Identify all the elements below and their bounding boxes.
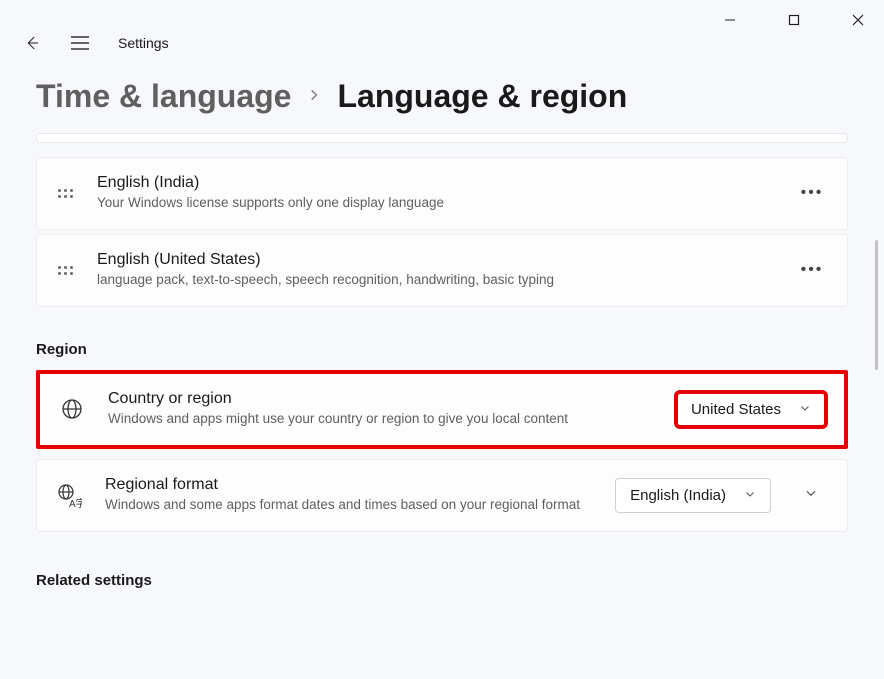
regional-format-subtitle: Windows and some apps format dates and t… (105, 496, 593, 515)
country-region-subtitle: Windows and apps might use your country … (108, 410, 628, 429)
dropdown-value: English (India) (630, 487, 726, 504)
highlight-annotation: Country or region Windows and apps might… (36, 370, 848, 449)
svg-text:A字: A字 (69, 497, 82, 508)
drag-handle-icon[interactable] (55, 189, 75, 198)
more-options-button[interactable]: ••• (795, 253, 829, 287)
card-peek-top (36, 133, 848, 143)
language-card[interactable]: English (India) Your Windows license sup… (36, 157, 848, 230)
country-region-dropdown[interactable]: United States (676, 392, 826, 427)
globe-icon (58, 395, 86, 423)
country-region-row[interactable]: Country or region Windows and apps might… (40, 374, 844, 445)
minimize-button[interactable] (712, 10, 748, 30)
chevron-down-icon (799, 402, 811, 417)
regional-format-title: Regional format (105, 476, 593, 494)
section-heading-related: Related settings (36, 572, 848, 589)
more-options-button[interactable]: ••• (795, 176, 829, 210)
back-button[interactable] (22, 33, 42, 53)
card-text: Country or region Windows and apps might… (108, 390, 654, 429)
drag-handle-icon[interactable] (55, 266, 75, 275)
breadcrumb-parent[interactable]: Time & language (36, 78, 291, 115)
content-area: English (India) Your Windows license sup… (0, 119, 884, 679)
section-heading-region: Region (36, 341, 848, 358)
chevron-right-icon (307, 85, 321, 108)
card-text: English (United States) language pack, t… (97, 251, 773, 290)
close-button[interactable] (840, 10, 876, 30)
header-row: Settings (0, 28, 884, 58)
app-title: Settings (118, 35, 169, 51)
globe-translate-icon: A字 (55, 481, 83, 509)
expand-button[interactable] (793, 486, 829, 505)
language-card[interactable]: English (United States) language pack, t… (36, 234, 848, 307)
dropdown-value: United States (691, 401, 781, 418)
regional-format-row[interactable]: A字 Regional format Windows and some apps… (36, 459, 848, 532)
breadcrumb: Time & language Language & region (0, 58, 884, 119)
maximize-button[interactable] (776, 10, 812, 30)
language-subtitle: Your Windows license supports only one d… (97, 194, 617, 213)
language-title: English (India) (97, 174, 773, 192)
hamburger-menu-button[interactable] (70, 33, 90, 53)
language-title: English (United States) (97, 251, 773, 269)
chevron-down-icon (744, 488, 756, 503)
breadcrumb-current: Language & region (337, 78, 627, 115)
card-text: English (India) Your Windows license sup… (97, 174, 773, 213)
scrollbar-thumb[interactable] (875, 240, 878, 370)
language-subtitle: language pack, text-to-speech, speech re… (97, 271, 617, 290)
card-text: Regional format Windows and some apps fo… (105, 476, 593, 515)
regional-format-dropdown[interactable]: English (India) (615, 478, 771, 513)
country-region-title: Country or region (108, 390, 654, 408)
